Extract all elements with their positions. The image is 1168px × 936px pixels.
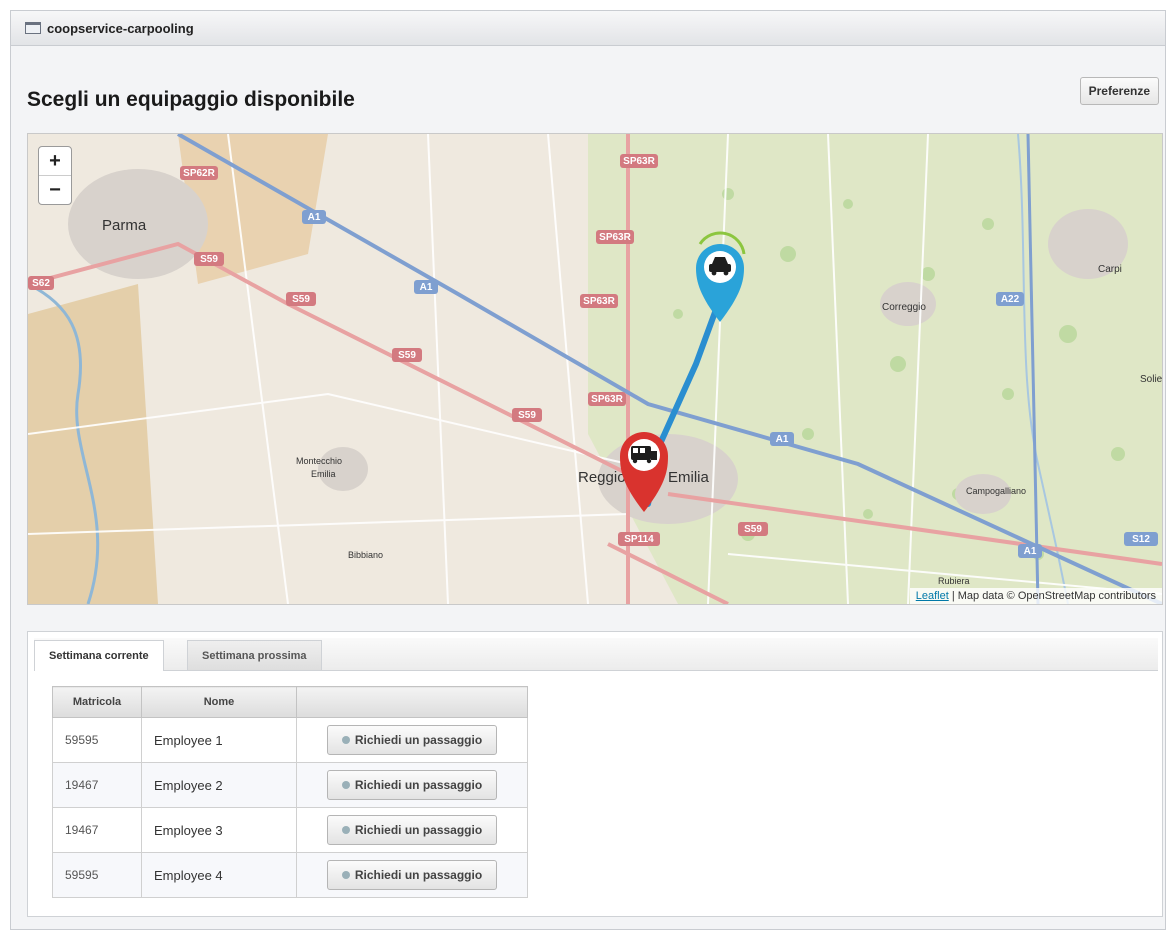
request-icon	[341, 826, 350, 834]
request-ride-label: Richiedi un passaggio	[354, 733, 483, 747]
zoom-control: + −	[38, 146, 72, 205]
request-ride-label: Richiedi un passaggio	[354, 823, 483, 837]
action-cell: Richiedi un passaggio	[296, 807, 528, 853]
window-titlebar: coopservice-carpooling	[11, 11, 1165, 46]
road-label: S59	[200, 254, 218, 265]
city-label: Rubiera	[938, 576, 970, 586]
road-label: SP63R	[599, 232, 631, 243]
road-label: SP63R	[583, 296, 615, 307]
matricola-cell: 59595	[52, 717, 142, 763]
tab-next-week[interactable]: Settimana prossima	[187, 640, 322, 670]
city-label: Bibbiano	[348, 550, 383, 560]
city-label: Parma	[102, 217, 147, 234]
road-label: SP114	[624, 534, 654, 545]
table-row: 59595 Employee 1 Richiedi un passaggio	[52, 717, 528, 763]
nome-cell: Employee 2	[141, 762, 297, 808]
request-ride-label: Richiedi un passaggio	[354, 778, 483, 792]
week-tabs: Settimana corrente Settimana prossima	[34, 638, 1158, 671]
request-ride-button[interactable]: Richiedi un passaggio	[326, 725, 498, 755]
nome-cell: Employee 1	[141, 717, 297, 763]
road-label: S59	[398, 350, 416, 361]
matricola-cell: 19467	[52, 807, 142, 853]
road-label: A1	[1024, 546, 1037, 557]
nome-cell: Employee 3	[141, 807, 297, 853]
city-label: Campogalliano	[966, 486, 1026, 496]
app-window: coopservice-carpooling Scegli un equipag…	[10, 10, 1166, 930]
tab-current-week[interactable]: Settimana corrente	[34, 640, 164, 671]
crew-panel: Settimana corrente Settimana prossima Ma…	[27, 631, 1163, 917]
table-header-row: Matricola Nome	[52, 686, 528, 718]
page-title: Scegli un equipaggio disponibile	[27, 88, 355, 111]
request-icon	[341, 781, 350, 789]
crew-table: Matricola Nome 59595 Employee 1 Richiedi…	[52, 686, 528, 898]
city-label: Correggio	[882, 302, 926, 313]
city-label: Soliera	[1140, 374, 1162, 385]
road-label: S62	[32, 278, 50, 289]
preferences-button[interactable]: Preferenze	[1079, 77, 1159, 105]
column-header-matricola[interactable]: Matricola	[52, 686, 142, 718]
road-label: SP63R	[591, 394, 623, 405]
table-row: 19467 Employee 2 Richiedi un passaggio	[52, 762, 528, 808]
road-label: A1	[776, 434, 789, 445]
zoom-in-button[interactable]: +	[39, 147, 71, 175]
attribution-text: | Map data © OpenStreetMap contributors	[948, 590, 1156, 602]
request-ride-button[interactable]: Richiedi un passaggio	[326, 815, 498, 845]
city-label: Emilia	[668, 469, 709, 486]
action-cell: Richiedi un passaggio	[296, 762, 528, 808]
map-attribution: Leaflet | Map data © OpenStreetMap contr…	[909, 588, 1162, 604]
request-ride-button[interactable]: Richiedi un passaggio	[326, 860, 498, 890]
zoom-out-button[interactable]: −	[39, 175, 71, 204]
road-label: A1	[420, 282, 433, 293]
city-label: Montecchio	[296, 456, 342, 466]
action-cell: Richiedi un passaggio	[296, 717, 528, 763]
city-label: Reggio	[578, 469, 626, 486]
road-label: S59	[292, 294, 310, 305]
road-label: A1	[308, 212, 321, 223]
request-ride-label: Richiedi un passaggio	[354, 868, 483, 882]
road-label: S12	[1132, 534, 1150, 545]
leaflet-link[interactable]: Leaflet	[916, 590, 949, 602]
action-cell: Richiedi un passaggio	[296, 852, 528, 898]
road-label: A22	[1001, 294, 1020, 305]
request-icon	[341, 871, 350, 879]
road-label: S59	[518, 410, 536, 421]
road-label: SP62R	[183, 168, 215, 179]
table-row: 19467 Employee 3 Richiedi un passaggio	[52, 807, 528, 853]
nome-cell: Employee 4	[141, 852, 297, 898]
column-header-action	[296, 686, 528, 718]
request-icon	[341, 736, 350, 744]
matricola-cell: 59595	[52, 852, 142, 898]
map-tiles[interactable]: SP62R SP63R SP63R SP63R SP63R A1 A1 A1 A…	[28, 134, 1162, 604]
city-label: Carpi	[1098, 264, 1122, 275]
matricola-cell: 19467	[52, 762, 142, 808]
route-map[interactable]: SP62R SP63R SP63R SP63R SP63R A1 A1 A1 A…	[27, 133, 1163, 605]
city-label: Emilia	[311, 469, 336, 479]
window-title: coopservice-carpooling	[47, 20, 194, 36]
road-label: S59	[744, 524, 762, 535]
column-header-nome[interactable]: Nome	[141, 686, 297, 718]
window-icon	[25, 22, 41, 34]
road-label: SP63R	[623, 156, 655, 167]
table-row: 59595 Employee 4 Richiedi un passaggio	[52, 852, 528, 898]
request-ride-button[interactable]: Richiedi un passaggio	[326, 770, 498, 800]
